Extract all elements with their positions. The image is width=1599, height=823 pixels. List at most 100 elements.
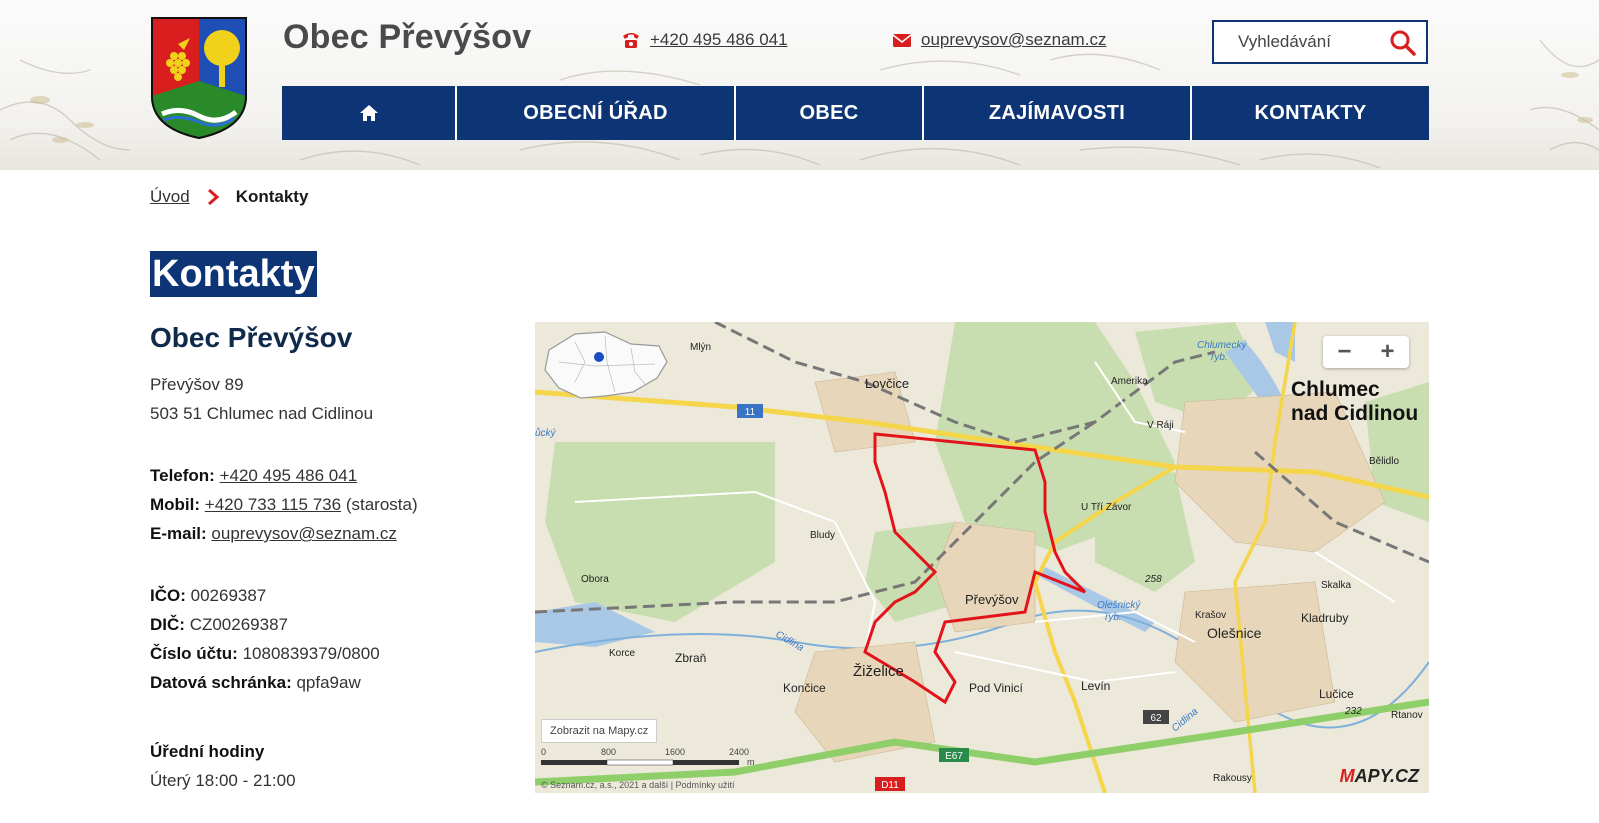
site-header: Obec Převýšov +420 495 486 041 ouprevyso… [0,0,1599,170]
dic-value: CZ00269387 [189,615,288,634]
map-label-ryb-1: ryb. [1211,352,1228,363]
map-label-olesnicky: Olešnický [1097,600,1141,611]
email-label: E-mail: [150,524,207,543]
map-label-bludy: Bludy [810,530,835,541]
header-email-link[interactable]: ouprevysov@seznam.cz [921,30,1106,50]
mapy-cz-logo[interactable]: MAPY.CZ [1340,766,1419,787]
map-label-prevysov: Převýšov [965,592,1019,607]
office-hours-block: Úřední hodiny Úterý 18:00 - 21:00 [150,737,296,795]
envelope-icon [892,34,912,47]
email-link[interactable]: ouprevysov@seznam.cz [211,524,396,543]
map-label-rakousy: Rakousy [1213,773,1252,784]
road-shield-62: 62 [1143,710,1169,724]
embedded-map[interactable]: 11 E67 D11 62 Lovčice Mlýn Amerika V Ráj… [535,322,1429,793]
mobile-note: (starosta) [345,495,418,514]
map-label-belidlo: Bělidlo [1369,456,1399,467]
road-shield-e67: E67 [939,748,969,762]
search-icon[interactable] [1388,28,1418,58]
zoom-out-button[interactable]: − [1323,336,1366,368]
map-scale-labels: 0 800 1600 2400 m [541,747,755,767]
dic-row: DIČ: CZ00269387 [150,610,380,639]
breadcrumb-home-link[interactable]: Úvod [150,187,190,207]
map-copyright[interactable]: © Seznam.cz, a.s., 2021 a další | Podmín… [541,780,735,790]
phone-label: Telefon: [150,466,215,485]
map-label-koncice: Končice [783,681,826,695]
map-label-levin: Levín [1081,679,1110,693]
zoom-in-button[interactable]: + [1366,336,1409,368]
map-label-232: 232 [1344,706,1362,717]
map-label-lucice: Lučice [1319,687,1354,701]
mobile-link[interactable]: +420 733 115 736 [205,495,341,514]
databox-value: qpfa9aw [296,673,361,692]
phone-icon [623,33,639,48]
map-label-olesnice: Olešnice [1207,625,1262,641]
map-label-ucky: ůcký [535,427,557,439]
site-title[interactable]: Obec Převýšov [283,18,531,57]
map-label-rtanov: Rtanov [1391,710,1423,721]
header-phone: +420 495 486 041 [621,30,788,50]
map-label-mlyn: Mlýn [690,342,711,353]
map-label-kladruby: Kladruby [1301,611,1348,625]
map-scale-bar [541,759,739,766]
phone-row: Telefon: +420 495 486 041 [150,461,418,490]
nav-item-obec[interactable]: OBEC [736,86,924,140]
account-row: Číslo účtu: 1080839379/0800 [150,639,380,668]
map-label-ryb-2: ryb. [1105,612,1122,623]
map-zoom-controls: − + [1323,336,1409,368]
map-label-u-tri-zavor: U Tří Závor [1081,502,1132,513]
chevron-right-icon [207,189,219,205]
home-icon [359,105,378,121]
map-label-zizelice: Žiželice [853,663,904,680]
nav-home[interactable] [282,86,457,140]
phone-link[interactable]: +420 495 486 041 [220,466,358,485]
map-label-skalka: Skalka [1321,580,1351,591]
map-label-korce: Korce [609,648,636,659]
office-hours-title: Úřední hodiny [150,742,265,761]
company-ids-block: IČO: 00269387 DIČ: CZ00269387 Číslo účtu… [150,581,380,697]
svg-text:E67: E67 [945,751,963,762]
breadcrumb: Úvod Kontakty [150,187,308,207]
map-label-amerika: Amerika [1111,376,1148,387]
road-shield-d11: D11 [875,777,905,791]
map-label-lovcice: Lovčice [865,376,909,391]
map-label-chlumec-2: nad Cidlinou [1291,402,1418,425]
databox-label: Datová schránka: [150,673,292,692]
search-input[interactable] [1214,32,1384,52]
email-row: E-mail: ouprevysov@seznam.cz [150,519,418,548]
map-label-chlumecky: Chlumecký [1197,340,1247,351]
map-canvas[interactable]: 11 E67 D11 62 Lovčice Mlýn Amerika V Ráj… [535,322,1429,793]
main-navigation: OBECNÍ ÚŘAD OBEC ZAJÍMAVOSTI KONTAKTY [282,86,1429,140]
header-email: ouprevysov@seznam.cz [892,30,1106,50]
map-label-258: 258 [1144,574,1162,585]
search-box [1212,20,1428,64]
breadcrumb-current: Kontakty [235,187,309,206]
ico-label: IČO: [150,586,186,605]
office-hours-value: Úterý 18:00 - 21:00 [150,771,296,790]
village-coat-of-arms-logo[interactable] [150,16,248,140]
nav-item-kontakty[interactable]: KONTAKTY [1192,86,1429,140]
map-label-v-raji: V Ráji [1147,420,1174,431]
databox-row: Datová schránka: qpfa9aw [150,668,380,697]
address-line-1: Převýšov 89 [150,375,244,394]
header-phone-link[interactable]: +420 495 486 041 [650,30,788,50]
road-shield-11: 11 [737,404,763,418]
ico-row: IČO: 00269387 [150,581,380,610]
dic-label: DIČ: [150,615,185,634]
address-line-2: 503 51 Chlumec nad Cidlinou [150,404,374,423]
ico-value: 00269387 [190,586,267,605]
location-marker-icon [594,352,604,362]
contact-block: Telefon: +420 495 486 041 Mobil: +420 73… [150,461,418,548]
mobile-row: Mobil: +420 733 115 736 (starosta) [150,490,418,519]
svg-text:11: 11 [745,407,756,418]
organization-name: Obec Převýšov [150,322,353,353]
nav-item-obecni-urad[interactable]: OBECNÍ ÚŘAD [457,86,736,140]
account-value: 1080839379/0800 [242,644,380,663]
map-label-chlumec: Chlumec [1291,378,1380,401]
svg-text:62: 62 [1150,713,1162,724]
show-on-mapy-link[interactable]: Zobrazit na Mapy.cz [541,719,658,743]
mobile-label: Mobil: [150,495,201,514]
map-label-pod-vinici: Pod Vinicí [969,681,1023,695]
nav-item-zajimavosti[interactable]: ZAJÍMAVOSTI [924,86,1192,140]
address-block: Převýšov 89 503 51 Chlumec nad Cidlinou [150,370,373,428]
account-label: Číslo účtu: [150,644,238,663]
